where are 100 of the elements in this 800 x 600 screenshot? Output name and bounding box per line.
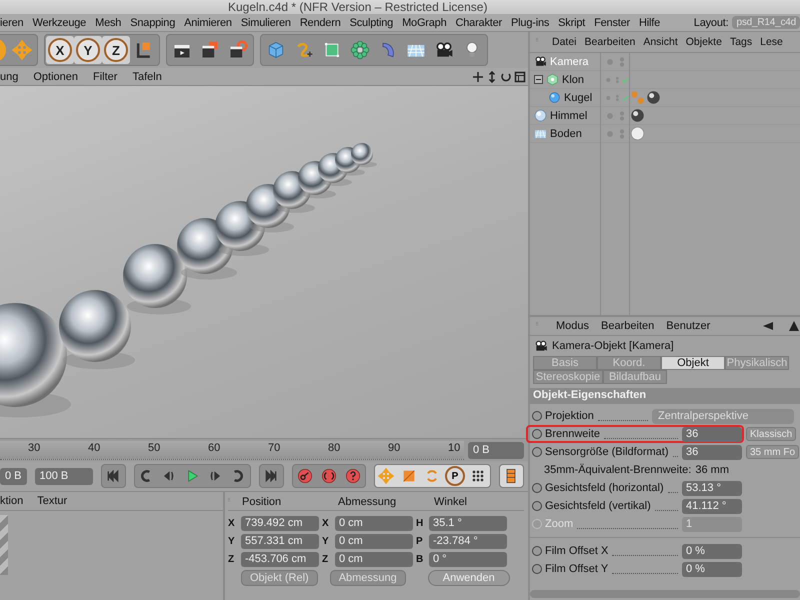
object-name: Boden xyxy=(550,128,582,140)
property-label: Sensorgröße (Bildformat) xyxy=(545,446,668,458)
menu-item[interactable]: Textur xyxy=(37,495,68,507)
cluster-icon xyxy=(350,40,370,60)
parameter-key-button[interactable]: P xyxy=(444,465,467,487)
property-label: Zoom xyxy=(545,518,574,530)
axis-label: Y xyxy=(322,536,330,547)
object-name: Klon xyxy=(562,74,584,86)
angle-field[interactable]: 35.1 ° xyxy=(429,516,507,531)
material-thumbnail[interactable] xyxy=(0,515,8,575)
record-key-icon xyxy=(296,468,313,484)
up-arrow-icon[interactable] xyxy=(788,320,800,332)
number-field[interactable]: 41.112 ° xyxy=(682,498,742,514)
menu-item[interactable]: Skript xyxy=(558,16,586,28)
tab[interactable]: Objekt xyxy=(661,356,725,370)
object-row[interactable]: Klon xyxy=(530,71,600,89)
menu-item[interactable]: Benutzer xyxy=(666,320,710,332)
size-field[interactable]: 0 cm xyxy=(335,516,413,531)
position-field[interactable]: 739.492 cm xyxy=(241,516,319,531)
clapperboard-gear-icon xyxy=(228,40,248,60)
clapperboard-icon xyxy=(200,40,220,60)
keyframe-circle-icon[interactable] xyxy=(532,483,542,493)
keyframe-circle-icon[interactable] xyxy=(532,564,542,574)
number-field[interactable]: 0 % xyxy=(682,562,742,576)
collapse-toggle[interactable] xyxy=(534,75,543,84)
menu-item[interactable]: ung xyxy=(0,70,18,82)
menu-item[interactable]: Sculpting xyxy=(350,16,394,28)
menu-item[interactable]: Bearbeiten xyxy=(584,36,636,48)
number-field[interactable]: 36 xyxy=(682,426,742,442)
menu-item[interactable]: Simulieren xyxy=(240,16,291,28)
object-row[interactable]: Himmel xyxy=(530,107,600,125)
property-label: Brennweite xyxy=(545,428,600,440)
axis-lock-button[interactable]: Y xyxy=(74,36,102,64)
axis-lock-button[interactable]: Z xyxy=(102,36,130,64)
axis-label: H xyxy=(416,518,424,529)
menu-item[interactable]: ktion xyxy=(0,495,24,507)
column-header: Winkel xyxy=(434,496,468,508)
frame-number: 50 xyxy=(148,442,160,454)
menu-item[interactable]: Optionen xyxy=(33,70,78,82)
menu-item[interactable]: Charakter xyxy=(456,16,502,28)
number-field[interactable]: 36 xyxy=(682,444,742,460)
keyframe-circle-icon[interactable] xyxy=(532,429,542,439)
menu-item[interactable]: Werkzeuge xyxy=(32,16,86,28)
menu-item[interactable]: Bearbeiten xyxy=(601,320,654,332)
keyframe-circle-icon[interactable] xyxy=(532,447,542,457)
property-label: Film Offset X xyxy=(545,545,608,557)
position-field[interactable]: -453.706 cm xyxy=(241,552,319,567)
layout-icon[interactable] xyxy=(514,70,526,82)
move-arrows-icon xyxy=(12,40,32,60)
object-name: Kamera xyxy=(550,56,589,68)
back-arrow-icon[interactable] xyxy=(762,320,774,332)
size-field[interactable]: 0 cm xyxy=(335,552,413,567)
menu-item[interactable]: Filter xyxy=(93,70,118,82)
current-frame-field[interactable]: 0 B xyxy=(468,442,524,458)
frame-number: 70 xyxy=(268,442,280,454)
number-field[interactable]: 53.13 ° xyxy=(682,480,742,496)
material-ball-icon[interactable] xyxy=(630,108,645,123)
keyframe-circle-icon[interactable] xyxy=(532,501,542,511)
number-field: 1 xyxy=(682,516,742,532)
menu-item[interactable]: Hilfe xyxy=(639,16,660,28)
menu-item[interactable]: Objekte xyxy=(686,36,722,48)
keyframe-circle-icon[interactable] xyxy=(532,546,542,556)
menu-item[interactable]: Animieren xyxy=(184,16,232,28)
property-label: Film Offset Y xyxy=(545,563,608,575)
menu-item[interactable]: Tafeln xyxy=(132,70,162,82)
menu-item[interactable]: Rendern xyxy=(300,16,341,28)
start-frame-field[interactable]: 0 B xyxy=(0,468,27,484)
size-field[interactable]: 0 cm xyxy=(335,534,413,549)
menu-item[interactable]: Plug-ins xyxy=(511,16,550,28)
object-row[interactable]: Boden xyxy=(530,125,600,143)
material-ball-icon[interactable] xyxy=(646,90,661,105)
zoom-icon[interactable] xyxy=(486,70,498,82)
position-field[interactable]: 557.331 cm xyxy=(241,534,319,549)
axis-lock-button[interactable]: X xyxy=(46,36,74,64)
sky-sphere-icon xyxy=(534,109,547,122)
menu-item[interactable]: Datei xyxy=(552,36,577,48)
autokey-icon xyxy=(320,468,337,484)
menu-item[interactable]: Fenster xyxy=(594,16,630,28)
object-row[interactable]: Kugel xyxy=(530,89,600,107)
menu-item[interactable]: Ansicht xyxy=(643,36,678,48)
angle-field[interactable]: -23.784 ° xyxy=(429,534,507,549)
column-header: Abmessung xyxy=(338,496,398,508)
move-icon[interactable] xyxy=(472,70,484,82)
timeline-ruler[interactable]: 30 40 50 60 70 80 90 10 xyxy=(0,440,464,460)
number-field[interactable]: 0 % xyxy=(682,544,742,558)
property-label: Gesichtsfeld (horizontal) xyxy=(545,482,664,494)
scrollbar[interactable] xyxy=(530,590,800,598)
menu-item[interactable]: Modus xyxy=(556,320,590,332)
keyframe-circle-icon[interactable] xyxy=(532,411,542,421)
dots-icon[interactable] xyxy=(630,90,645,105)
menu-item[interactable]: Snapping xyxy=(130,16,176,28)
menu-item[interactable]: Lese xyxy=(760,36,783,48)
menu-item[interactable]: MoGraph xyxy=(402,16,447,28)
column-header: Position xyxy=(242,496,282,508)
move-arrows-icon xyxy=(378,468,394,484)
menu-item[interactable]: Tags xyxy=(730,36,752,48)
menu-item[interactable]: Mesh xyxy=(95,16,122,28)
end-frame-field[interactable]: 100 B xyxy=(34,468,93,484)
menu-item[interactable]: ieren xyxy=(0,16,24,28)
angle-field[interactable]: 0 ° xyxy=(429,552,507,567)
